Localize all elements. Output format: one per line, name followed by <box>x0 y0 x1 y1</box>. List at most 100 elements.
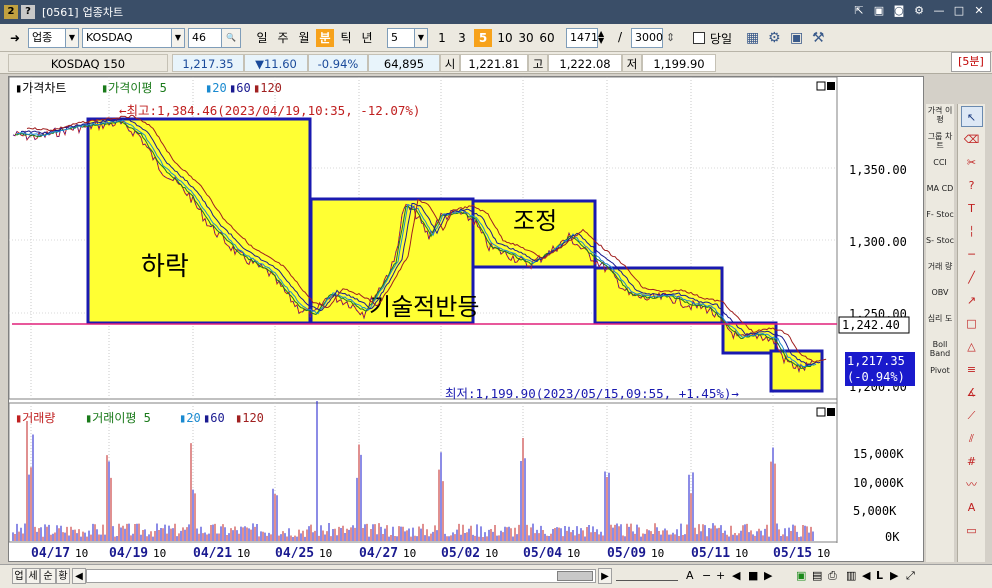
log-scale-icon[interactable]: L <box>876 569 883 582</box>
chevron-down-icon[interactable]: ▼ <box>171 28 185 48</box>
adjust-icon[interactable]: ⇕ <box>666 31 675 44</box>
minute-10-button[interactable]: 10 <box>494 29 516 47</box>
help-icon[interactable]: ? <box>21 5 35 19</box>
window-icon[interactable]: ▭ <box>961 520 983 541</box>
auto-icon[interactable]: A <box>961 497 983 518</box>
indicator-item[interactable]: 가격 이평 <box>926 104 954 130</box>
tab-status[interactable]: 황 <box>56 568 70 584</box>
today-label: 당일 <box>710 32 733 46</box>
stop-icon[interactable]: ■ <box>748 569 758 582</box>
trend-line-icon[interactable]: ╱ <box>961 267 983 288</box>
chart-area[interactable]: 하락 기술적반등 조정 ▮가격차트 ▮가격이평 5 ▮20 ▮60 ▮120 ←최고… <box>8 76 924 562</box>
channel-icon[interactable]: ⫽ <box>961 428 983 449</box>
count-field[interactable]: 46 <box>188 28 222 48</box>
maximize-button[interactable]: □ <box>952 4 966 18</box>
grid-tool-icon[interactable]: # <box>961 451 983 472</box>
x-tick-suffix: 10 <box>567 547 580 560</box>
minute-3-button[interactable]: 3 <box>453 29 471 47</box>
minute-60-button[interactable]: 60 <box>536 29 558 47</box>
index-name-field[interactable]: KOSDAQ <box>82 28 172 48</box>
triangle-icon[interactable]: △ <box>961 336 983 357</box>
indicator-item[interactable]: 거래 량 <box>926 260 954 286</box>
period-tick[interactable]: 틱 <box>337 29 355 47</box>
table-icon[interactable]: ▦ <box>746 30 759 46</box>
minute-5-button[interactable]: 5 <box>474 29 492 47</box>
panel-close-icon[interactable] <box>827 82 835 90</box>
save-chart-icon[interactable]: ▣ <box>790 30 803 46</box>
clear-all-icon[interactable]: ✂ <box>961 152 983 173</box>
tab-detail[interactable]: 세 <box>26 568 40 584</box>
panel-close-icon[interactable] <box>827 408 835 416</box>
close-button[interactable]: ✕ <box>972 4 986 18</box>
cursor-tool-icon[interactable]: ↖ <box>960 106 983 127</box>
zoom-out-icon[interactable]: − <box>702 569 711 582</box>
arrow-left-icon[interactable]: ◀ <box>862 569 870 582</box>
next-icon[interactable]: ▶ <box>764 569 772 582</box>
market-type-select[interactable]: 업종 <box>28 28 66 48</box>
minimize-button[interactable]: — <box>932 4 946 18</box>
link-icon[interactable]: ⇱ <box>852 4 866 18</box>
horizontal-line-icon[interactable]: ─ <box>961 244 983 265</box>
fan-icon[interactable]: ⟋ <box>961 405 983 426</box>
chevron-down-icon[interactable]: ▼ <box>414 28 428 48</box>
save-icon[interactable]: ▣ <box>872 4 886 18</box>
excel-icon[interactable]: ▣ <box>796 569 806 582</box>
chart-type-icon[interactable]: ▥ <box>846 569 856 582</box>
gann-icon[interactable]: ∡ <box>961 382 983 403</box>
indicator-item[interactable]: 심리 도 <box>926 312 954 338</box>
zoom-in-icon[interactable]: + <box>716 569 725 582</box>
chevron-down-icon[interactable]: ▼ <box>65 28 79 48</box>
panel-restore-icon[interactable] <box>816 407 826 417</box>
period-minute[interactable]: 분 <box>316 29 334 47</box>
visible-bars-field[interactable]: 1471 <box>566 28 598 48</box>
camera-icon[interactable]: ◙ <box>892 4 906 18</box>
settings-icon[interactable]: ⚙ <box>768 30 781 46</box>
print-icon[interactable]: ⎙ <box>828 569 837 583</box>
indicator-item[interactable]: Pivot <box>926 364 954 390</box>
tools-icon[interactable]: ⚒ <box>812 30 825 46</box>
font-a-icon[interactable]: A <box>686 569 694 582</box>
zoom-slider[interactable] <box>616 571 678 581</box>
indicator-item[interactable]: F- Stoc <box>926 208 954 234</box>
gear-icon[interactable]: ⚙ <box>912 4 926 18</box>
ray-icon[interactable]: ↗ <box>961 290 983 311</box>
panel-restore-icon[interactable] <box>816 81 826 91</box>
spinner-icon[interactable]: ▲ ▼ <box>598 30 604 45</box>
tab-order[interactable]: 순 <box>40 568 56 584</box>
zigzag-icon[interactable]: 〰 <box>961 474 983 495</box>
vol-tick-15000: 15,000K <box>853 447 904 461</box>
scroll-right-icon[interactable]: ▶ <box>598 568 612 584</box>
period-week[interactable]: 주 <box>274 29 292 47</box>
period-year[interactable]: 년 <box>358 29 376 47</box>
fibonacci-icon[interactable]: ≡ <box>961 359 983 380</box>
tab-industry[interactable]: 업 <box>12 568 26 584</box>
eraser-tool-icon[interactable]: ⌫ <box>961 129 983 150</box>
arrow-right-icon[interactable]: ➜ <box>10 31 20 45</box>
scrollbar-thumb[interactable] <box>557 571 593 581</box>
arrow-right-small-icon[interactable]: ▶ <box>890 569 898 582</box>
vertical-line-icon[interactable]: ╎ <box>961 221 983 242</box>
indicator-item[interactable]: 그룹 차트 <box>926 130 954 156</box>
minute-select[interactable]: 5 <box>387 28 415 48</box>
expand-icon[interactable]: ⤢ <box>906 569 915 583</box>
indicator-item[interactable]: MA CD <box>926 182 954 208</box>
today-checkbox[interactable] <box>693 32 705 44</box>
total-bars-field[interactable]: 3000 <box>631 28 663 48</box>
indicator-item[interactable]: S- Stoc <box>926 234 954 260</box>
help-tool-icon[interactable]: ? <box>961 175 983 196</box>
period-day[interactable]: 일 <box>253 29 271 47</box>
horizontal-scrollbar[interactable] <box>86 569 596 583</box>
indicator-item[interactable]: OBV <box>926 286 954 312</box>
text-tool-icon[interactable]: T <box>961 198 983 219</box>
scroll-left-icon[interactable]: ◀ <box>72 568 86 584</box>
prev-icon[interactable]: ◀ <box>732 569 740 582</box>
indicator-item[interactable]: Boll Band <box>926 338 954 364</box>
rectangle-icon[interactable]: □ <box>961 313 983 334</box>
minute-30-button[interactable]: 30 <box>515 29 537 47</box>
search-icon[interactable]: 🔍 <box>221 28 241 48</box>
minute-1-button[interactable]: 1 <box>433 29 451 47</box>
chart-canvas[interactable]: 하락기술적반등 조정 ▮가격차트 ▮가격이평 5 ▮20 ▮60 ▮120 ←최고… <box>8 76 925 563</box>
period-month[interactable]: 월 <box>295 29 313 47</box>
indicator-item[interactable]: CCI <box>926 156 954 182</box>
save-bottom-icon[interactable]: ▤ <box>812 569 822 582</box>
